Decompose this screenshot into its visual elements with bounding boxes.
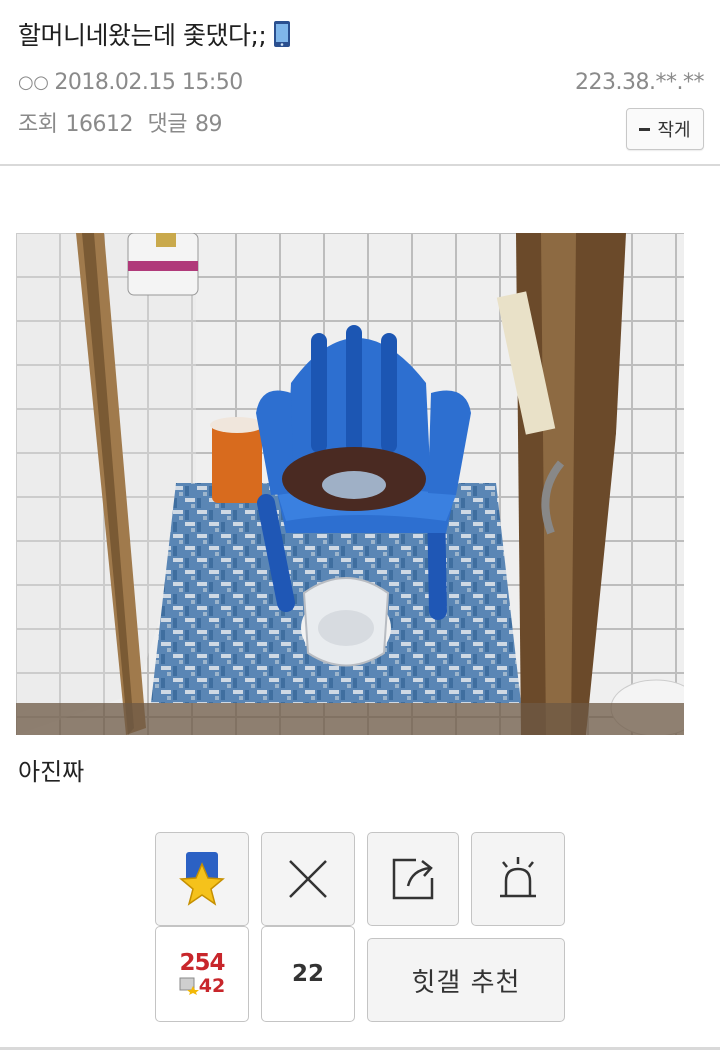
siren-icon xyxy=(500,857,536,898)
recommend-count: 254 xyxy=(179,950,225,976)
minus-icon xyxy=(639,127,651,131)
post-title: 할머니네왔는데 좇댔다;; xyxy=(18,16,292,52)
comments-count[interactable]: 89 xyxy=(195,112,223,137)
post-meta: ○○ 2018.02.15 15:50 xyxy=(18,70,243,95)
recommend-count-box: 254 42 xyxy=(155,926,249,1022)
fixed-star-icon xyxy=(179,977,199,995)
downvote-count: 22 xyxy=(291,961,324,987)
font-size-button-label: 작게 xyxy=(657,120,691,141)
views-label: 조회 xyxy=(18,112,58,137)
post-body-text: 아진짜 xyxy=(18,758,85,786)
star-icon xyxy=(179,852,225,906)
author-nickname[interactable]: ○○ xyxy=(18,72,49,93)
post-header: 할머니네왔는데 좇댔다;; ○○ 2018.02.15 15:50 223.38… xyxy=(0,0,720,166)
report-button[interactable] xyxy=(471,832,565,926)
divider xyxy=(0,1047,720,1050)
hitgall-recommend-button[interactable]: 힛갤 추천 xyxy=(367,938,565,1022)
hitgall-label: 힛갤 추천 xyxy=(411,967,521,998)
bathroom-photo xyxy=(16,233,684,735)
font-size-smaller-button[interactable]: 작게 xyxy=(626,108,704,150)
mobile-phone-icon xyxy=(272,20,292,48)
post-date: 2018.02.15 15:50 xyxy=(54,70,243,95)
close-x-icon xyxy=(289,860,327,898)
author-ip: 223.38.**.** xyxy=(575,70,704,95)
downvote-count-box: 22 xyxy=(261,926,355,1022)
downvote-button[interactable] xyxy=(261,832,355,926)
fixed-recommend: 42 xyxy=(179,975,225,997)
fixed-recommend-count: 42 xyxy=(198,975,226,997)
share-button[interactable] xyxy=(367,832,459,926)
views-count: 16612 xyxy=(65,112,133,137)
share-icon xyxy=(392,858,434,900)
recommend-button[interactable] xyxy=(155,832,249,926)
post-title-text: 할머니네왔는데 좇댔다;; xyxy=(18,21,267,50)
post-image[interactable] xyxy=(16,233,684,735)
comments-label: 댓글 xyxy=(147,112,187,137)
post-stats: 조회 16612 댓글 89 xyxy=(18,106,230,138)
